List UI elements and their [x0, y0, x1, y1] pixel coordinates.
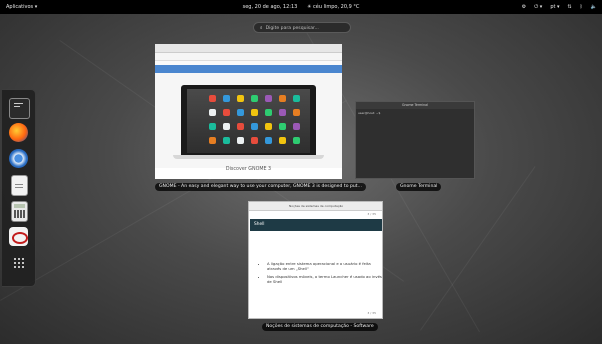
app-grid-icon	[251, 137, 258, 144]
slide-heading: Shell	[250, 219, 382, 231]
system-tray: ⚙ ⏻ ▾ pt ▾ ⇅ ᛒ 🔈	[522, 0, 597, 14]
bluetooth-icon[interactable]: ᛒ	[580, 0, 583, 14]
terminal-window-caption[interactable]: Gnome Terminal	[396, 183, 442, 191]
weather-sun-icon: ☀	[306, 4, 312, 10]
app-grid-icon	[223, 137, 230, 144]
app-grid-icon	[293, 123, 300, 130]
app-grid-icon	[251, 95, 258, 102]
app-grid-icon	[223, 109, 230, 116]
terminal-window-thumbnail[interactable]: Gnome Terminal user@host: ~$	[355, 101, 475, 179]
page-number: 3 / 35	[367, 311, 376, 315]
app-grid-icon	[223, 123, 230, 130]
document-viewer-icon[interactable]	[11, 175, 28, 196]
settings-icon[interactable]: ⚙	[522, 0, 526, 14]
slide-bullets: A ligação entre sistema operacional e o …	[257, 261, 382, 287]
app-grid-icon	[279, 137, 286, 144]
browser-page-content	[155, 73, 342, 168]
laptop-base	[173, 155, 324, 159]
evince-icon[interactable]	[9, 227, 28, 246]
firefox-icon[interactable]	[9, 123, 28, 142]
bullet-item: A ligação entre sistema operacional e o …	[267, 261, 382, 271]
app-grid-icon	[265, 137, 272, 144]
document-viewer-toolbar: Noções de sistemas de computação	[249, 202, 382, 211]
firefox-window-caption[interactable]: GNOME - An easy and elegant way to use y…	[155, 183, 366, 191]
app-grid-icon	[265, 123, 272, 130]
search-input[interactable]: ⌕ Digite para pesquisar...	[253, 22, 351, 33]
network-icon[interactable]: ⇅	[568, 0, 572, 14]
terminal-icon[interactable]	[9, 98, 30, 119]
app-grid-icon	[237, 137, 244, 144]
app-grid-icon	[251, 123, 258, 130]
search-icon: ⌕	[260, 26, 263, 31]
page-heading: Discover GNOME 3	[225, 167, 272, 172]
browser-tab-bar	[155, 44, 342, 53]
terminal-prompt: user@host: ~$	[358, 111, 381, 115]
app-grid-icon	[237, 109, 244, 116]
document-title: Noções de sistemas de computação	[289, 204, 344, 208]
terminal-title: Gnome Terminal	[356, 102, 474, 109]
search-placeholder: Digite para pesquisar...	[265, 26, 319, 31]
document-viewer-window-thumbnail[interactable]: Noções de sistemas de computação 3 / 35 …	[248, 201, 383, 319]
calculator-icon[interactable]	[11, 201, 28, 222]
app-grid-screenshot	[187, 89, 310, 153]
dash	[2, 89, 36, 287]
bullet-item: Nos dispositivos móveis, o termo Launche…	[267, 274, 382, 284]
app-grid-icon	[265, 109, 272, 116]
app-grid-icon	[251, 109, 258, 116]
gnome-site-navbar	[155, 65, 342, 73]
app-grid-icon	[279, 95, 286, 102]
language-indicator[interactable]: pt ▾	[550, 0, 559, 14]
show-apps-icon[interactable]	[9, 253, 28, 272]
browser-url-bar	[155, 53, 342, 61]
page-number: 3 / 35	[367, 212, 376, 216]
app-grid-icon	[279, 109, 286, 116]
app-grid-icon	[209, 123, 216, 130]
app-grid-icon	[209, 95, 216, 102]
firefox-window-thumbnail[interactable]: Discover GNOME 3	[155, 44, 342, 179]
app-grid-icon	[237, 123, 244, 130]
document-viewer-window-caption[interactable]: Noções de sistemas de computação - Softw…	[262, 323, 378, 331]
app-grid-icon	[223, 95, 230, 102]
laptop-illustration	[181, 85, 316, 155]
app-grid-icon	[293, 109, 300, 116]
app-grid-icon	[293, 137, 300, 144]
app-grid-icon	[209, 137, 216, 144]
app-grid-icon	[237, 95, 244, 102]
chromium-icon[interactable]	[9, 149, 28, 168]
power-menu-icon[interactable]: ⏻ ▾	[534, 0, 542, 14]
clock-weather[interactable]: seg, 20 de ago, 12:13 ☀ céu limpo, 20,9 …	[0, 0, 602, 14]
volume-icon[interactable]: 🔈	[591, 0, 597, 14]
pdf-page: 3 / 35 Shell A ligação entre sistema ope…	[249, 211, 382, 318]
app-grid-icon	[209, 109, 216, 116]
app-grid-icon	[265, 95, 272, 102]
clock: seg, 20 de ago, 12:13	[242, 4, 298, 10]
weather-text: céu limpo, 20,9 °C	[313, 4, 360, 10]
app-grid-icon	[279, 123, 286, 130]
top-bar: Aplicativos ▾ seg, 20 de ago, 12:13 ☀ cé…	[0, 0, 602, 14]
app-grid-icon	[293, 95, 300, 102]
